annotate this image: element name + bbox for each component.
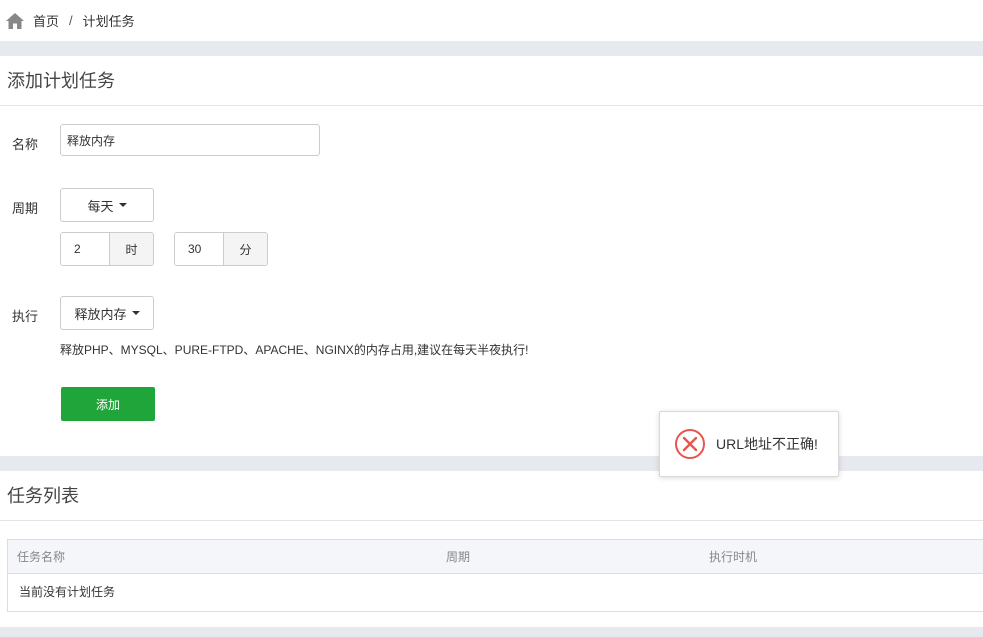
caret-down-icon xyxy=(118,203,127,207)
cycle-label: 周期 xyxy=(12,201,39,216)
error-toast: URL地址不正确! xyxy=(659,411,839,477)
table-header: 任务名称 周期 执行时机 xyxy=(8,540,983,574)
task-list-title: 任务列表 xyxy=(0,471,983,521)
home-icon[interactable] xyxy=(5,11,25,31)
breadcrumb-separator: / xyxy=(69,13,73,28)
column-cycle: 周期 xyxy=(446,550,471,564)
column-exec-time: 执行时机 xyxy=(709,550,758,564)
top-bar: 首页 / 计划任务 xyxy=(0,0,983,41)
hour-unit: 时 xyxy=(109,233,153,265)
add-button[interactable]: 添加 xyxy=(61,387,155,421)
breadcrumb-home[interactable]: 首页 xyxy=(33,11,59,30)
task-name-input[interactable] xyxy=(60,124,320,156)
name-label: 名称 xyxy=(12,137,39,152)
exec-dropdown[interactable]: 释放内存 xyxy=(60,296,154,330)
exec-label: 执行 xyxy=(12,309,39,324)
empty-row: 当前没有计划任务 xyxy=(19,585,116,599)
cycle-dropdown[interactable]: 每天 xyxy=(60,188,154,222)
task-list-panel: 任务列表 任务名称 周期 执行时机 当前没有计划任务 xyxy=(0,471,983,627)
hour-input-group: 时 xyxy=(60,232,154,266)
hour-input[interactable] xyxy=(61,233,109,265)
cycle-dropdown-value: 每天 xyxy=(87,198,114,214)
add-task-panel: 添加计划任务 名称 周期 每天 时 分 执行 释放内存 释放PHP、MYSQL、… xyxy=(0,56,983,456)
minute-unit: 分 xyxy=(223,233,267,265)
exec-dropdown-value: 释放内存 xyxy=(74,306,127,322)
minute-input-group: 分 xyxy=(174,232,268,266)
error-circle-icon xyxy=(674,428,706,460)
task-table: 任务名称 周期 执行时机 当前没有计划任务 xyxy=(7,539,983,612)
column-task-name: 任务名称 xyxy=(17,550,66,564)
add-task-title: 添加计划任务 xyxy=(0,56,983,106)
exec-hint: 释放PHP、MYSQL、PURE-FTPD、APACHE、NGINX的内存占用,… xyxy=(60,343,529,357)
breadcrumb-current: 计划任务 xyxy=(82,14,135,29)
minute-input[interactable] xyxy=(175,233,223,265)
caret-down-icon xyxy=(131,311,140,315)
toast-message: URL地址不正确! xyxy=(716,436,818,452)
